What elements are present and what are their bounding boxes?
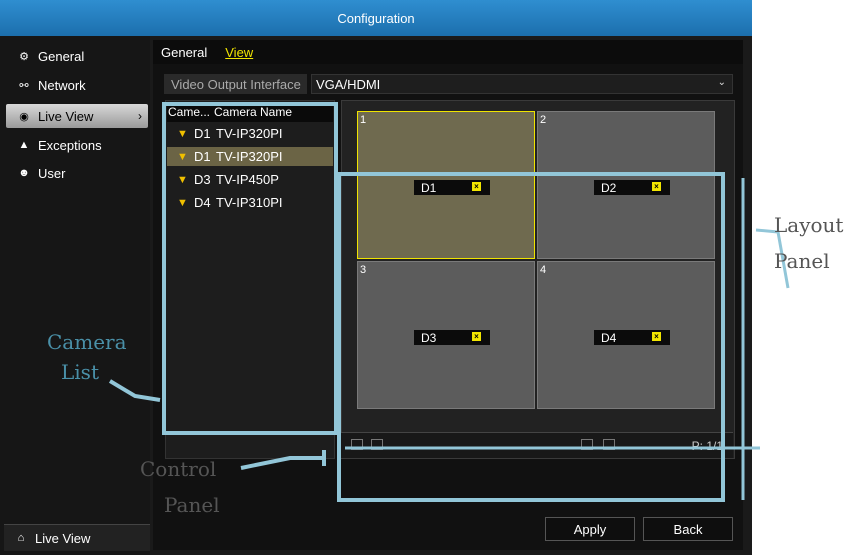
control-panel-callout-line2: Panel (164, 493, 220, 517)
camera-list-callout-line2: List (61, 360, 99, 384)
layout-panel-callout: Layout Panel (774, 210, 843, 276)
layout-panel-callout-line1: Layout (774, 213, 844, 237)
camera-list-callout-line1: Camera (47, 330, 127, 354)
camera-list-callout: Camera List (47, 327, 127, 387)
layout-panel-callout-line2: Panel (774, 249, 830, 273)
control-panel-callout: Control Panel (140, 454, 220, 520)
control-panel-pointer (240, 456, 324, 470)
callout-lines (108, 178, 790, 500)
control-panel-callout-line1: Control (140, 457, 217, 481)
